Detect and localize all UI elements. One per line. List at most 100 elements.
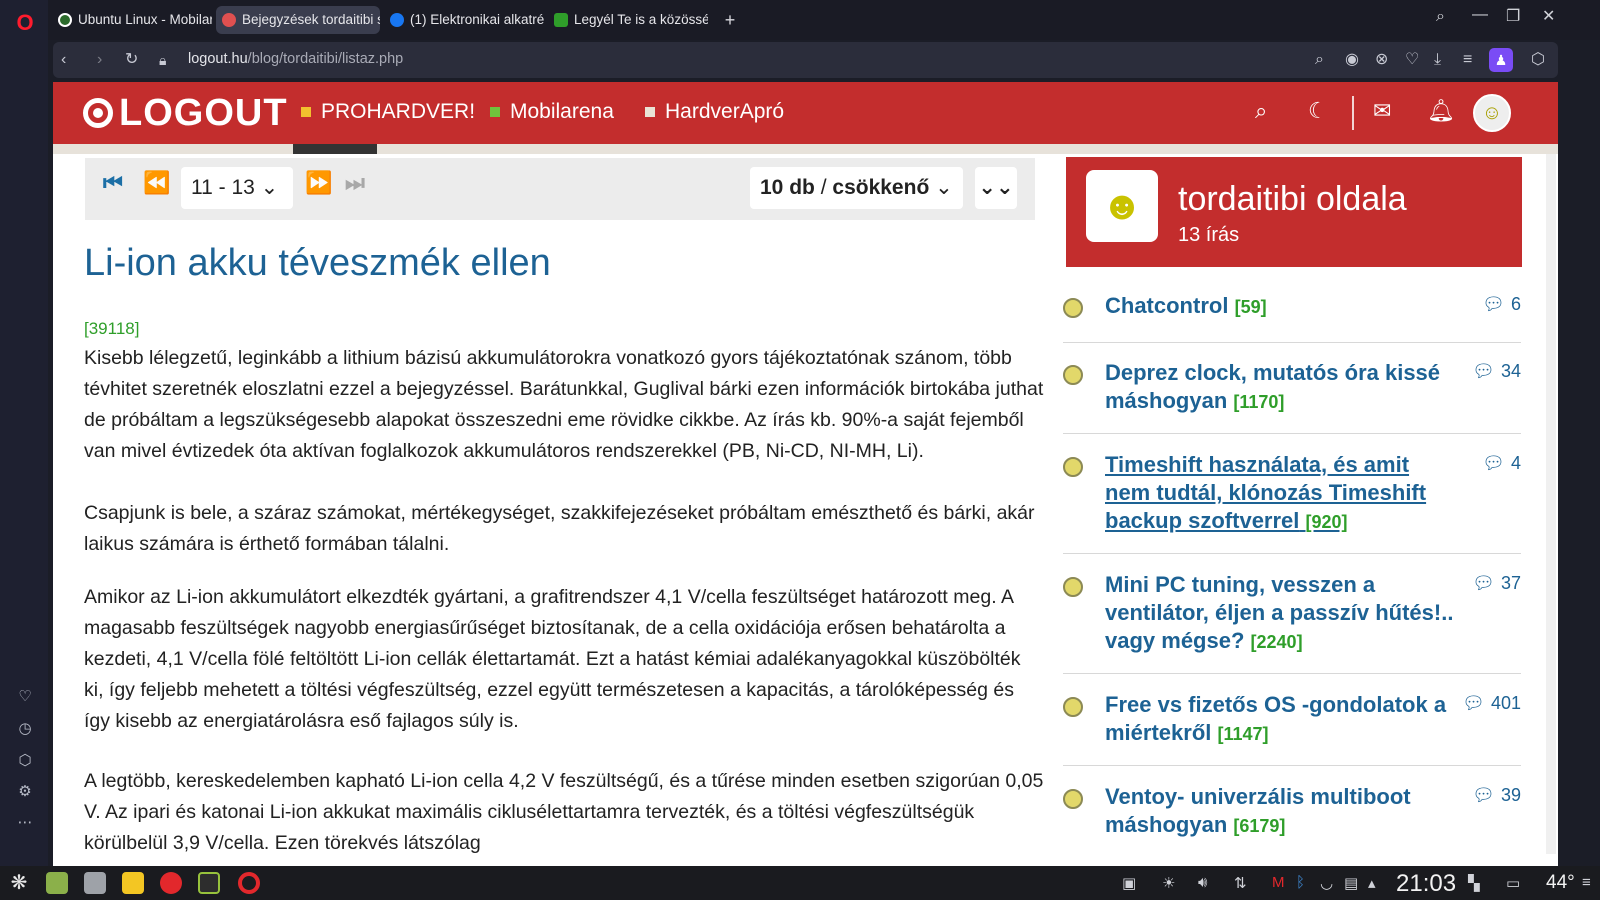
bell-icon[interactable]: 🔔︎: [1427, 98, 1455, 124]
workspace-icon[interactable]: [122, 872, 144, 894]
sort-select[interactable]: 10 db / csökkenő ⌄: [750, 167, 963, 209]
expand-tray-icon[interactable]: ▴: [1368, 874, 1376, 892]
author-avatar[interactable]: ☻: [1086, 170, 1158, 242]
article-paragraph: Csapjunk is bele, a száraz számokat, mér…: [84, 502, 1035, 555]
usb-icon[interactable]: ⇅: [1234, 874, 1247, 892]
expand-icon[interactable]: ⌄⌄: [975, 167, 1017, 209]
system-monitor-icon[interactable]: ▭: [1506, 874, 1520, 892]
bullet-icon: [1063, 457, 1083, 477]
post-link[interactable]: Free vs fizetős OS -gondolatok a miértek…: [1105, 691, 1455, 748]
heart-icon[interactable]: ♡: [14, 686, 36, 708]
comment-count[interactable]: 💬︎ 4: [1482, 453, 1521, 474]
pager-icon[interactable]: ▚: [1468, 874, 1480, 892]
app-menu-icon[interactable]: ❋: [8, 872, 30, 894]
lock-icon: 🔒︎: [159, 52, 167, 68]
mail-tray-icon[interactable]: M: [1272, 874, 1285, 891]
taskbar: ❋ ▣ ☀ 🔊︎ ⇅ M ᛒ ◡ ▤ ▴ 21:03 ▚ ▭ 44° ≡: [0, 866, 1600, 900]
link-hardverapro[interactable]: HardverApró: [645, 100, 784, 124]
clipboard-icon[interactable]: ▤: [1344, 874, 1358, 892]
opera-icon[interactable]: [238, 872, 260, 894]
divider: [1063, 553, 1521, 554]
url-host: logout.hu: [188, 51, 248, 67]
comments-icon: 💬︎: [1482, 453, 1505, 473]
forward-icon[interactable]: ›: [97, 50, 102, 70]
calculator-icon[interactable]: [46, 872, 68, 894]
facebook-icon: [390, 13, 404, 27]
post-number: [2240]: [1250, 632, 1303, 652]
shutdown-icon[interactable]: [160, 872, 182, 894]
wifi-icon[interactable]: ◡: [1320, 874, 1333, 892]
last-page-icon[interactable]: ⏭: [345, 170, 365, 196]
tab-community[interactable]: Legyél Te is a közösség: [548, 6, 708, 34]
tab-ubuntu[interactable]: Ubuntu Linux - Mobilar: [52, 6, 212, 34]
post-link[interactable]: Deprez clock, mutatós óra kissé máshogya…: [1105, 359, 1455, 416]
terminal-icon[interactable]: [198, 872, 220, 894]
settings-icon[interactable]: ⚙: [14, 781, 36, 803]
comment-count[interactable]: 💬︎ 401: [1462, 693, 1521, 714]
first-page-icon[interactable]: ⏮: [103, 170, 123, 196]
restore-icon[interactable]: ❐: [1506, 6, 1520, 26]
article-title[interactable]: Li-ion akku téveszmék ellen: [84, 242, 551, 285]
volume-icon[interactable]: 🔊︎: [1198, 874, 1207, 891]
camera-icon[interactable]: ◉: [1345, 50, 1359, 70]
heart-icon[interactable]: ♡: [1405, 50, 1419, 70]
page-range: 11 - 13: [191, 176, 255, 199]
post-link[interactable]: Ventoy- univerzális multiboot máshogyan …: [1105, 783, 1455, 840]
page-range-select[interactable]: 11 - 13 ⌄: [181, 167, 293, 209]
search-tabs-icon[interactable]: ⌕: [1436, 8, 1445, 26]
author-name[interactable]: tordaitibi oldala: [1178, 180, 1407, 219]
comment-count[interactable]: 💬︎ 37: [1472, 573, 1521, 594]
more-icon[interactable]: ⋯: [14, 812, 36, 834]
post-number: [6179]: [1233, 816, 1286, 836]
per-page: 10 db: [760, 176, 815, 199]
comment-count-value: 4: [1510, 453, 1521, 473]
close-icon[interactable]: ✕: [1542, 6, 1555, 26]
tab-facebook[interactable]: (1) Elektronikai alkatrés: [384, 6, 544, 34]
back-icon[interactable]: ‹: [61, 50, 66, 70]
minimize-icon[interactable]: —: [1472, 6, 1488, 24]
pager-bar: ⏮ ⏪ 11 - 13 ⌄ ⏩ ⏭ 10 db / csökkenő ⌄ ⌄⌄: [85, 158, 1035, 220]
article-paragraph: Amikor az Li-ion akkumulátort elkezdték …: [84, 586, 1021, 732]
brightness-icon[interactable]: ☀: [1162, 874, 1175, 892]
post-title: Timeshift használata, és amit nem tudtál…: [1105, 452, 1427, 533]
comment-count[interactable]: 💬︎ 6: [1482, 294, 1521, 315]
scrollbar[interactable]: [1546, 154, 1556, 854]
profile-icon[interactable]: ♟: [1489, 48, 1513, 72]
post-link[interactable]: Chatcontrol [59]: [1105, 292, 1455, 321]
post-link[interactable]: Mini PC tuning, vesszen a ventilátor, él…: [1105, 571, 1455, 656]
next-page-icon[interactable]: ⏩: [305, 170, 332, 196]
comment-count-value: 34: [1500, 361, 1521, 381]
url-field[interactable]: logout.hu/blog/tordaitibi/listaz.php: [188, 51, 403, 67]
cube-icon[interactable]: ⬡: [14, 750, 36, 772]
comment-count[interactable]: 💬︎ 34: [1472, 361, 1521, 382]
settings-icon[interactable]: ≡: [1582, 874, 1591, 891]
reload-icon[interactable]: ↻: [125, 50, 138, 70]
post-link[interactable]: Timeshift használata, és amit nem tudtál…: [1105, 451, 1455, 536]
link-mobilarena[interactable]: Mobilarena: [490, 100, 614, 124]
dark-mode-icon[interactable]: ☾: [1308, 98, 1328, 124]
history-icon[interactable]: ◷: [14, 718, 36, 740]
user-avatar[interactable]: ☺: [1473, 94, 1511, 132]
find-icon[interactable]: ⌕: [1315, 50, 1324, 70]
extensions-icon[interactable]: ⬡: [1531, 50, 1545, 70]
divider: [1063, 765, 1521, 766]
download-icon[interactable]: ⤓: [1434, 50, 1441, 70]
divider: [1063, 342, 1521, 343]
logout-logo[interactable]: LOGOUT: [83, 91, 288, 135]
clock[interactable]: 21:03: [1396, 870, 1456, 898]
tab-favicon-icon: [554, 13, 568, 27]
tab-bar: Ubuntu Linux - Mobilar Bejegyzések torda…: [48, 0, 1600, 40]
bluetooth-icon[interactable]: ᛒ: [1296, 874, 1305, 891]
shield-icon[interactable]: ⊗: [1375, 50, 1388, 70]
opera-logo-icon[interactable]: O: [14, 12, 36, 34]
comment-count[interactable]: 💬︎ 39: [1472, 785, 1521, 806]
prev-page-icon[interactable]: ⏪: [143, 170, 170, 196]
mail-icon[interactable]: ✉: [1373, 98, 1391, 124]
new-tab-button[interactable]: +: [716, 6, 744, 34]
link-prohardver[interactable]: PROHARDVER!: [301, 100, 475, 124]
search-icon[interactable]: ⌕: [1255, 98, 1267, 124]
files-icon[interactable]: [84, 872, 106, 894]
menu-icon[interactable]: ≡: [1463, 50, 1472, 70]
tab-logout-active[interactable]: Bejegyzések tordaitibi s: [216, 6, 380, 34]
monitor-icon[interactable]: ▣: [1122, 874, 1136, 892]
